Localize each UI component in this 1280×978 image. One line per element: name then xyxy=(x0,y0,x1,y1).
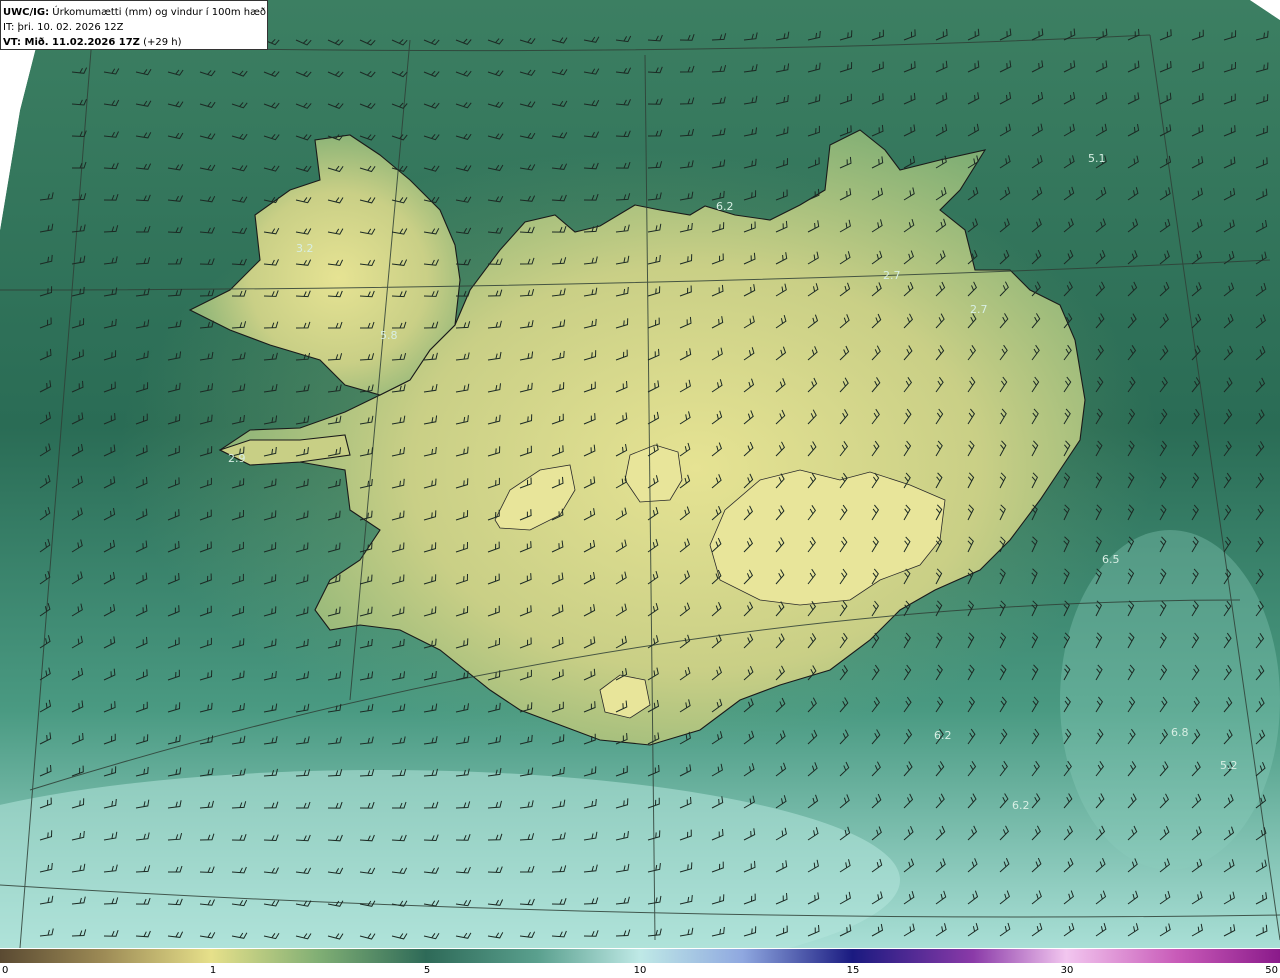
colorbar-tick: 5 xyxy=(423,965,431,976)
value-label: 6.2 xyxy=(1012,799,1030,812)
valid-time: VT: Mið. 11.02.2026 17Z xyxy=(3,37,140,48)
colorbar-tick: 30 xyxy=(1060,965,1074,976)
lead-time: (+29 h) xyxy=(139,37,182,48)
value-label: 6.2 xyxy=(716,200,734,213)
value-label: 2.7 xyxy=(883,269,901,282)
colorbar-tick: 1 xyxy=(209,965,217,976)
title-line: UWC/IG: Úrkomumætti (mm) og vindur í 100… xyxy=(3,5,267,20)
valid-time-line: VT: Mið. 11.02.2026 17Z (+29 h) xyxy=(3,35,267,50)
value-label: 2.7 xyxy=(970,303,988,316)
value-label: 6.2 xyxy=(934,729,952,742)
value-label: 6.8 xyxy=(1171,726,1189,739)
colorbar-ramp xyxy=(0,949,1280,963)
value-label: 6.5 xyxy=(1102,553,1120,566)
colorbar-tick: 10 xyxy=(633,965,647,976)
colorbar-tick: 0 xyxy=(2,965,9,976)
issue-time: IT: þri. 10. 02. 2026 12Z xyxy=(3,22,124,33)
value-label: 5.2 xyxy=(1220,759,1238,772)
map-title-box: UWC/IG: Úrkomumætti (mm) og vindur í 100… xyxy=(0,0,268,50)
colorbar-labels: 0 1 5 10 15 30 50 xyxy=(0,962,1280,978)
forecast-map: 3.2 5.8 2.7 6.2 2.7 2.9 5.1 6.5 6.2 6.8 … xyxy=(0,0,1280,948)
map-canvas: 3.2 5.8 2.7 6.2 2.7 2.9 5.1 6.5 6.2 6.8 … xyxy=(0,0,1280,948)
value-label: 3.2 xyxy=(296,242,314,255)
colorbar-tick: 15 xyxy=(846,965,860,976)
value-label: 2.9 xyxy=(228,452,246,465)
model-name: UWC/IG: xyxy=(3,7,50,18)
value-label: 5.8 xyxy=(380,329,398,342)
map-title: Úrkomumætti (mm) og vindur í 100m hæð xyxy=(52,7,267,18)
colorbar xyxy=(0,948,1280,963)
colorbar-tick: 50 xyxy=(1265,965,1278,976)
value-label: 5.1 xyxy=(1088,152,1106,165)
